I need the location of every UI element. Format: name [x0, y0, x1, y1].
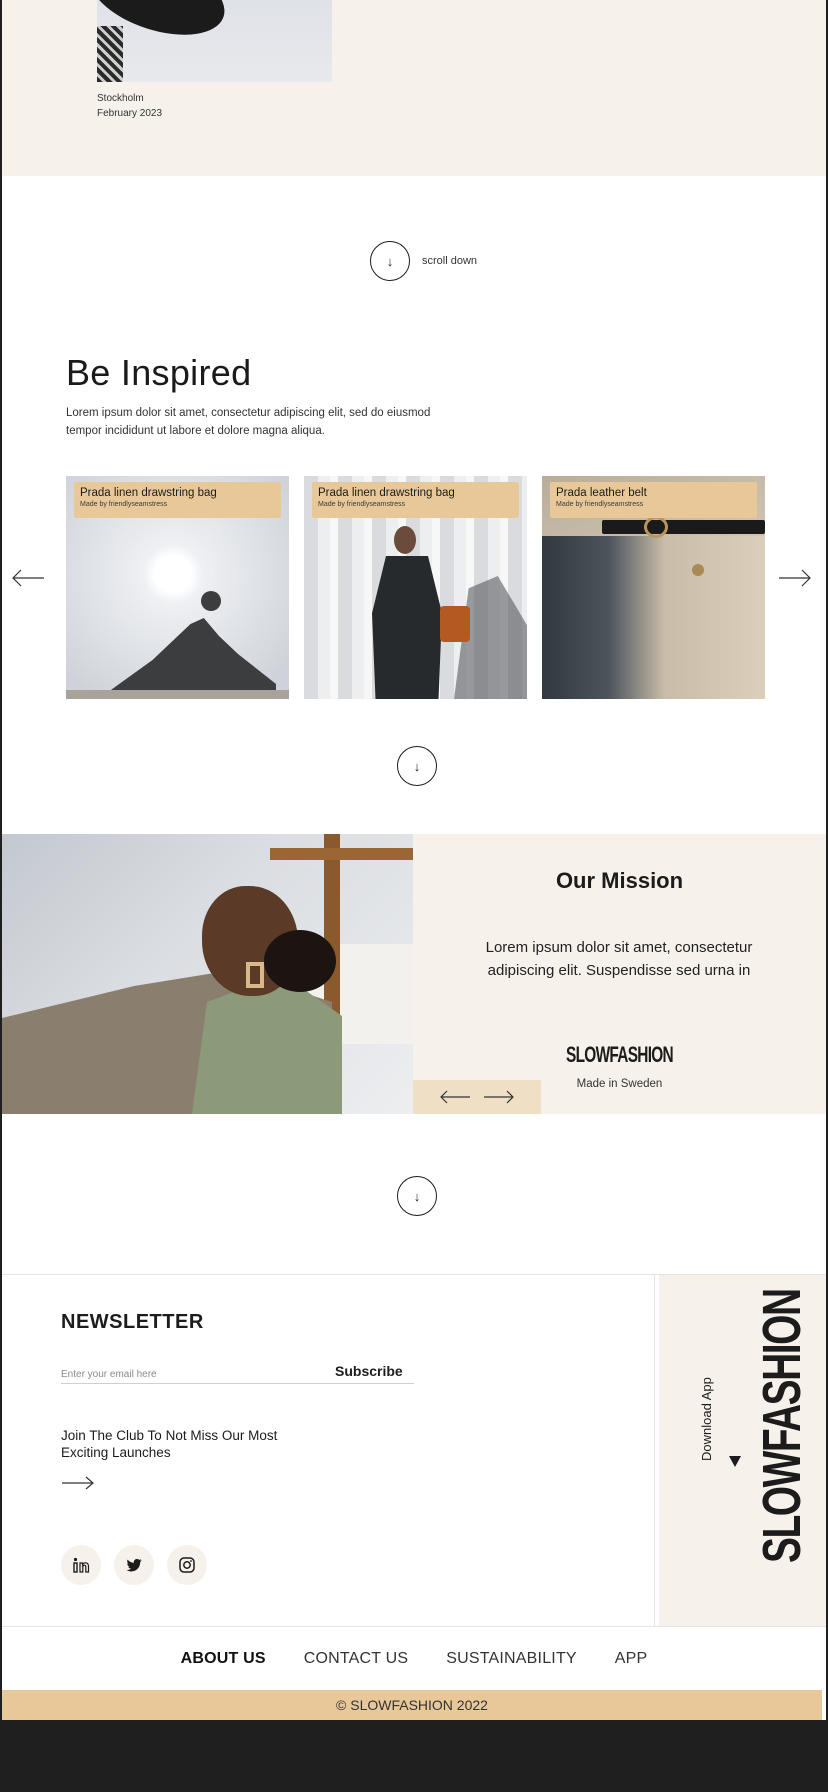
arrow-left-icon	[12, 569, 44, 587]
footer-link-about-us[interactable]: ABOUT US	[181, 1650, 266, 1668]
copyright-text: © SLOWFASHION 2022	[336, 1697, 488, 1713]
product-card[interactable]: Prada leather belt Made by friendlyseams…	[542, 476, 765, 699]
mission-section: Our Mission Lorem ipsum dolor sit amet, …	[2, 834, 826, 1114]
subscribe-button[interactable]: Subscribe	[335, 1363, 403, 1379]
download-app-link[interactable]: Download App	[699, 1361, 714, 1461]
brand-logo-vertical: SLOWFASHION	[752, 1289, 812, 1563]
email-field[interactable]	[61, 1369, 291, 1380]
brand-logo: SLOWFASHION	[566, 1042, 674, 1067]
previous-feature-section: Stockholm February 2023	[2, 0, 826, 176]
mission-title: Our Mission	[555, 868, 684, 893]
arrow-down-icon: ↓	[413, 1188, 421, 1204]
newsletter-title: NEWSLETTER	[61, 1311, 204, 1333]
carousel-next-button[interactable]	[778, 566, 812, 590]
scroll-down[interactable]: ↓ scroll down	[370, 241, 477, 281]
arrow-left-icon[interactable]	[439, 1090, 471, 1104]
product-tag: Prada leather belt Made by friendlyseams…	[550, 482, 757, 518]
arrow-right-icon[interactable]	[61, 1475, 95, 1491]
arrow-down-icon: ↓	[413, 758, 421, 774]
scroll-down-button[interactable]: ↓	[397, 1176, 437, 1216]
scroll-down-button[interactable]: ↓	[397, 746, 437, 786]
product-maker: Made by friendlyseamstress	[556, 501, 644, 508]
mission-slider-nav	[413, 1080, 541, 1114]
product-title: Prada linen drawstring bag	[80, 487, 217, 499]
carousel-prev-button[interactable]	[11, 566, 45, 590]
product-card[interactable]: Prada linen drawstring bag Made by frien…	[66, 476, 289, 699]
instagram-icon	[179, 1557, 195, 1573]
scroll-down-button[interactable]: ↓	[370, 241, 410, 281]
caption-city: Stockholm	[97, 93, 144, 104]
footer-link-app[interactable]: APP	[615, 1650, 648, 1668]
newsletter-section: NEWSLETTER Subscribe Join The Club To No…	[2, 1274, 826, 1627]
play-icon[interactable]	[727, 1453, 743, 1469]
email-field-underline	[61, 1383, 414, 1384]
mission-photo	[2, 834, 413, 1114]
product-tag: Prada linen drawstring bag Made by frien…	[74, 482, 281, 518]
product-card[interactable]: Prada linen drawstring bag Made by frien…	[304, 476, 527, 699]
linkedin-icon	[73, 1557, 90, 1573]
twitter-icon	[126, 1558, 142, 1572]
twitter-button[interactable]	[114, 1545, 154, 1585]
page: Stockholm February 2023 ↓ scroll down Be…	[2, 0, 826, 1720]
scroll-down-label: scroll down	[422, 255, 478, 267]
join-club-text: Join The Club To Not Miss Our Most Excit…	[61, 1428, 278, 1460]
be-inspired-text: Lorem ipsum dolor sit amet, consectetur …	[66, 407, 431, 437]
footer-link-contact-us[interactable]: CONTACT US	[304, 1650, 409, 1668]
feature-photo	[97, 0, 332, 82]
instagram-button[interactable]	[167, 1545, 207, 1585]
arrow-right-icon	[779, 569, 811, 587]
arrow-right-icon[interactable]	[483, 1090, 515, 1104]
footer-nav: ABOUT US CONTACT US SUSTAINABILITY APP	[2, 1626, 826, 1690]
caption-date: February 2023	[97, 108, 163, 119]
product-title: Prada linen drawstring bag	[318, 487, 455, 499]
app-panel: Download App SLOWFASHION	[659, 1275, 826, 1627]
linkedin-button[interactable]	[61, 1545, 101, 1585]
feature-caption: Stockholm February 2023	[97, 91, 162, 121]
mission-panel: Our Mission Lorem ipsum dolor sit amet, …	[413, 834, 826, 1114]
be-inspired-title: Be Inspired	[66, 352, 252, 393]
product-tag: Prada linen drawstring bag Made by frien…	[312, 482, 519, 518]
copyright-bar: © SLOWFASHION 2022	[2, 1690, 822, 1720]
product-maker: Made by friendlyseamstress	[318, 501, 406, 508]
divider	[654, 1275, 655, 1627]
product-title: Prada leather belt	[556, 487, 647, 499]
arrow-down-icon: ↓	[386, 253, 394, 269]
product-maker: Made by friendlyseamstress	[80, 501, 168, 508]
mission-text: Lorem ipsum dolor sit amet, consectetur …	[485, 939, 753, 979]
footer-link-sustainability[interactable]: SUSTAINABILITY	[446, 1650, 577, 1668]
